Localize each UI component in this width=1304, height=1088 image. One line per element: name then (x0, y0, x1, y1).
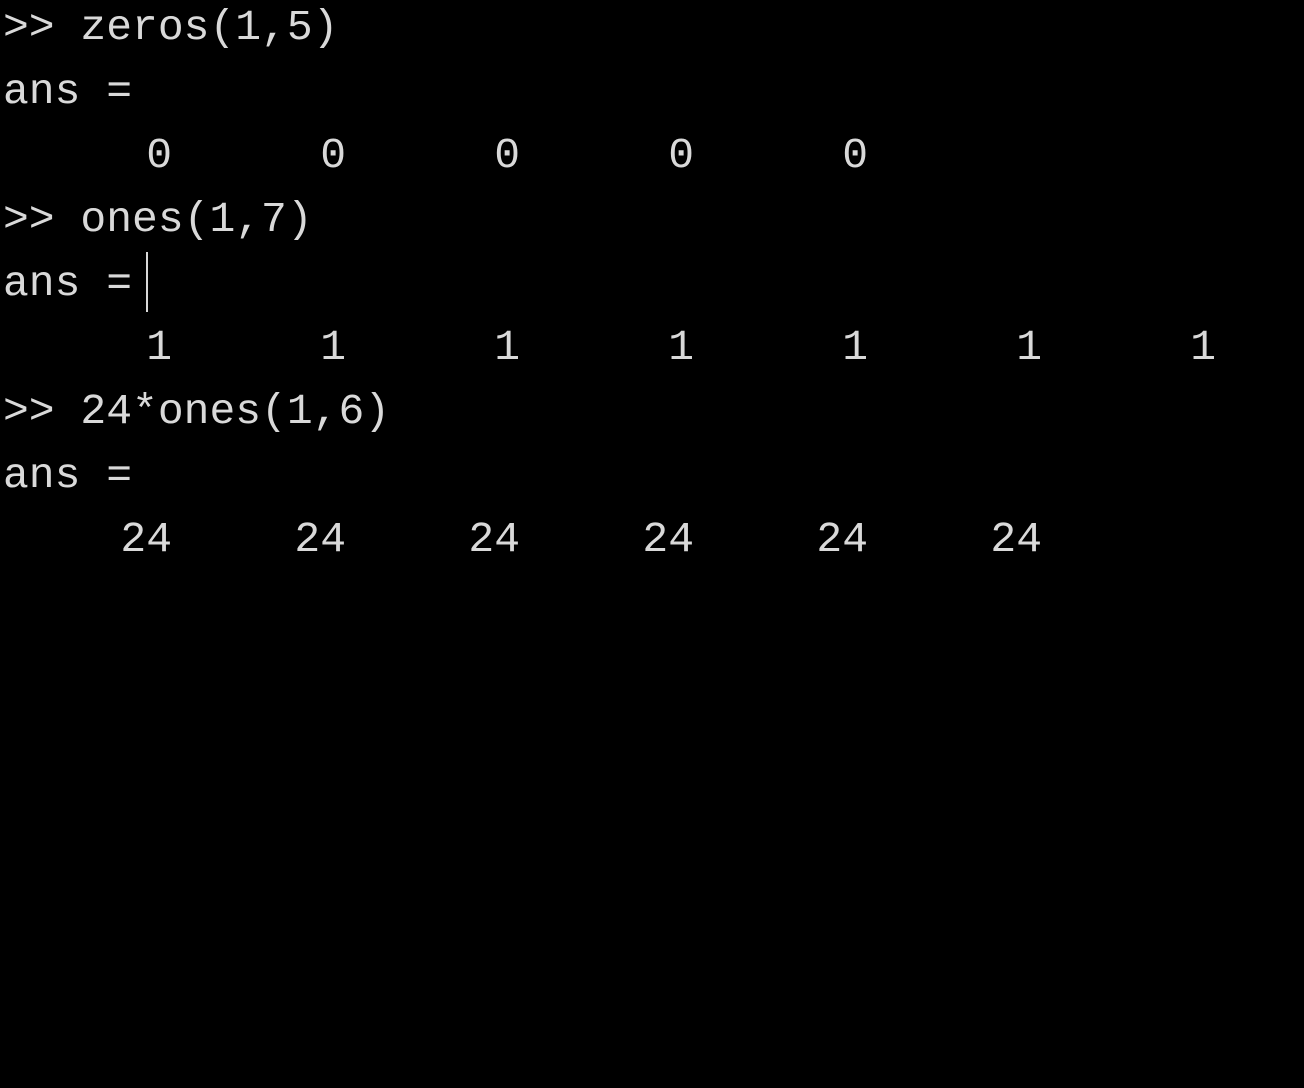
result-row: 24 24 24 24 24 24 (0, 508, 1304, 572)
result-value: 1 (146, 323, 172, 372)
result-value: 1 (842, 323, 868, 372)
prompt: >> (3, 387, 55, 436)
result-value: 0 (146, 131, 172, 180)
result-value: 1 (1016, 323, 1042, 372)
result-value: 24 (816, 515, 868, 564)
prompt: >> (3, 3, 55, 52)
command-text: ones(1,7) (80, 195, 313, 244)
result-value: 1 (1190, 323, 1216, 372)
result-value: 0 (668, 131, 694, 180)
command-text: zeros(1,5) (80, 3, 339, 52)
result-row: 0 0 0 0 0 (0, 124, 1304, 188)
command-window[interactable]: >> zeros(1,5) ans = 0 0 0 0 0 >> ones(1,… (0, 0, 1304, 584)
result-value: 0 (320, 131, 346, 180)
result-value: 1 (320, 323, 346, 372)
result-value: 24 (642, 515, 694, 564)
command-line: >> zeros(1,5) (3, 0, 338, 60)
prompt: >> (3, 195, 55, 244)
text-cursor (146, 252, 148, 312)
result-value: 0 (494, 131, 520, 180)
command-line: >> ones(1,7) (3, 188, 313, 252)
result-row: 1 1 1 1 1 1 1 (0, 316, 1304, 380)
command-text: 24*ones(1,6) (80, 387, 391, 436)
result-label: ans = (3, 67, 133, 116)
result-value: 0 (842, 131, 868, 180)
result-value: 1 (494, 323, 520, 372)
command-line: >> 24*ones(1,6) (3, 380, 390, 444)
result-value: 1 (668, 323, 694, 372)
result-label: ans = (3, 451, 133, 500)
result-label: ans = (3, 259, 133, 308)
result-value: 24 (468, 515, 520, 564)
result-value: 24 (294, 515, 346, 564)
result-value: 24 (990, 515, 1042, 564)
result-value: 24 (120, 515, 172, 564)
